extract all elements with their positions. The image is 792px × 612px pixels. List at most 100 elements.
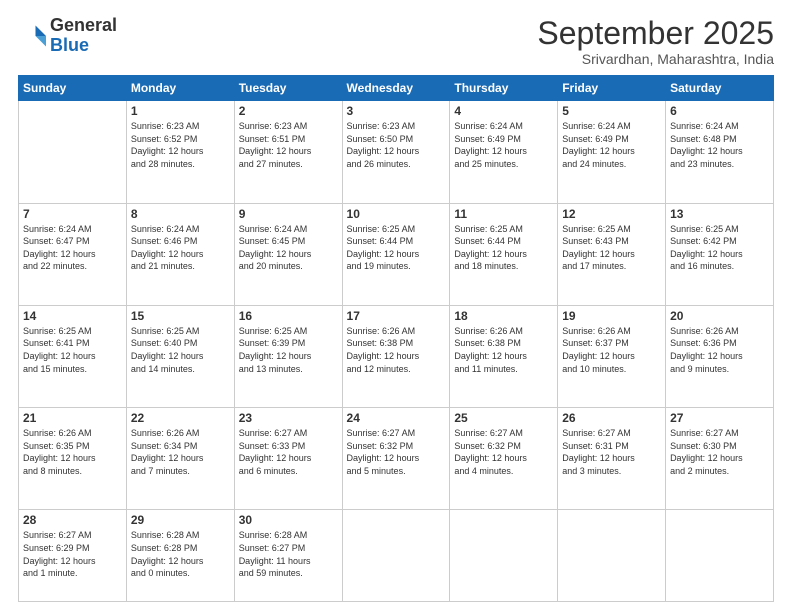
day-info: Sunrise: 6:25 AM Sunset: 6:39 PM Dayligh… xyxy=(239,325,338,375)
day-number: 21 xyxy=(23,411,122,425)
calendar-cell: 25Sunrise: 6:27 AM Sunset: 6:32 PM Dayli… xyxy=(450,408,558,510)
calendar-cell: 30 Sunrise: 6:28 AM Sunset: 6:27 PM Dayli… xyxy=(234,510,342,602)
logo-text: General Blue xyxy=(50,16,117,56)
day-info: Sunrise: 6:27 AM Sunset: 6:31 PM Dayligh… xyxy=(562,427,661,477)
calendar-cell: 20 Sunrise: 6:26 AM Sunset: 6:36 PM Dayli… xyxy=(666,305,774,407)
day-number: 14 xyxy=(23,309,122,323)
day-number: 28 xyxy=(23,513,122,527)
calendar-cell: 6 Sunrise: 6:24 AM Sunset: 6:48 PM Daylig… xyxy=(666,101,774,203)
day-number: 17 xyxy=(347,309,446,323)
calendar-cell: 7Sunrise: 6:24 AM Sunset: 6:47 PM Daylig… xyxy=(19,203,127,305)
day-number: 9 xyxy=(239,207,338,221)
calendar-cell: 4 Sunrise: 6:24 AM Sunset: 6:49 PM Daylig… xyxy=(450,101,558,203)
day-number: 10 xyxy=(347,207,446,221)
day-info: Sunrise: 6:26 AM Sunset: 6:36 PM Dayligh… xyxy=(670,325,769,375)
day-info: Sunrise: 6:24 AM Sunset: 6:49 PM Dayligh… xyxy=(454,120,553,170)
day-info: Sunrise: 6:23 AM Sunset: 6:52 PM Dayligh… xyxy=(131,120,230,170)
day-info: Sunrise: 6:27 AM Sunset: 6:30 PM Dayligh… xyxy=(670,427,769,477)
day-info: Sunrise: 6:24 AM Sunset: 6:46 PM Dayligh… xyxy=(131,223,230,273)
calendar-cell: 19Sunrise: 6:26 AM Sunset: 6:37 PM Dayli… xyxy=(558,305,666,407)
day-info: Sunrise: 6:24 AM Sunset: 6:48 PM Dayligh… xyxy=(670,120,769,170)
calendar-cell: 27 Sunrise: 6:27 AM Sunset: 6:30 PM Dayli… xyxy=(666,408,774,510)
day-header-friday: Friday xyxy=(558,76,666,101)
logo-general: General xyxy=(50,15,117,35)
day-info: Sunrise: 6:26 AM Sunset: 6:35 PM Dayligh… xyxy=(23,427,122,477)
calendar-cell xyxy=(558,510,666,602)
day-info: Sunrise: 6:23 AM Sunset: 6:51 PM Dayligh… xyxy=(239,120,338,170)
day-header-thursday: Thursday xyxy=(450,76,558,101)
calendar-week-1: 1 Sunrise: 6:23 AM Sunset: 6:52 PM Daylig… xyxy=(19,101,774,203)
calendar-cell xyxy=(450,510,558,602)
day-header-wednesday: Wednesday xyxy=(342,76,450,101)
calendar-header-row: SundayMondayTuesdayWednesdayThursdayFrid… xyxy=(19,76,774,101)
calendar-cell: 13Sunrise: 6:25 AM Sunset: 6:42 PM Dayli… xyxy=(666,203,774,305)
calendar-cell xyxy=(666,510,774,602)
day-number: 1 xyxy=(131,104,230,118)
day-header-saturday: Saturday xyxy=(666,76,774,101)
day-number: 7 xyxy=(23,207,122,221)
day-number: 24 xyxy=(347,411,446,425)
day-number: 3 xyxy=(347,104,446,118)
calendar-cell: 15Sunrise: 6:25 AM Sunset: 6:40 PM Dayli… xyxy=(126,305,234,407)
subtitle: Srivardhan, Maharashtra, India xyxy=(537,51,774,67)
calendar-cell: 21 Sunrise: 6:26 AM Sunset: 6:35 PM Dayli… xyxy=(19,408,127,510)
day-info: Sunrise: 6:28 AM Sunset: 6:28 PM Dayligh… xyxy=(131,529,230,579)
calendar-cell xyxy=(342,510,450,602)
day-info: Sunrise: 6:25 AM Sunset: 6:43 PM Dayligh… xyxy=(562,223,661,273)
day-number: 30 xyxy=(239,513,338,527)
day-header-tuesday: Tuesday xyxy=(234,76,342,101)
page: General Blue September 2025 Srivardhan, … xyxy=(0,0,792,612)
day-info: Sunrise: 6:24 AM Sunset: 6:45 PM Dayligh… xyxy=(239,223,338,273)
day-info: Sunrise: 6:26 AM Sunset: 6:38 PM Dayligh… xyxy=(454,325,553,375)
month-title: September 2025 xyxy=(537,16,774,51)
calendar-cell: 29Sunrise: 6:28 AM Sunset: 6:28 PM Dayli… xyxy=(126,510,234,602)
day-number: 12 xyxy=(562,207,661,221)
day-info: Sunrise: 6:26 AM Sunset: 6:34 PM Dayligh… xyxy=(131,427,230,477)
day-info: Sunrise: 6:28 AM Sunset: 6:27 PM Dayligh… xyxy=(239,529,338,579)
logo-icon xyxy=(18,22,46,50)
calendar-body: 1 Sunrise: 6:23 AM Sunset: 6:52 PM Daylig… xyxy=(19,101,774,602)
day-number: 4 xyxy=(454,104,553,118)
day-number: 6 xyxy=(670,104,769,118)
day-number: 23 xyxy=(239,411,338,425)
calendar-cell xyxy=(19,101,127,203)
day-header-sunday: Sunday xyxy=(19,76,127,101)
day-info: Sunrise: 6:25 AM Sunset: 6:42 PM Dayligh… xyxy=(670,223,769,273)
title-block: September 2025 Srivardhan, Maharashtra, … xyxy=(537,16,774,67)
calendar-week-4: 21 Sunrise: 6:26 AM Sunset: 6:35 PM Dayli… xyxy=(19,408,774,510)
day-info: Sunrise: 6:27 AM Sunset: 6:32 PM Dayligh… xyxy=(454,427,553,477)
day-number: 19 xyxy=(562,309,661,323)
calendar-cell: 8Sunrise: 6:24 AM Sunset: 6:46 PM Daylig… xyxy=(126,203,234,305)
day-number: 22 xyxy=(131,411,230,425)
calendar-cell: 17 Sunrise: 6:26 AM Sunset: 6:38 PM Dayli… xyxy=(342,305,450,407)
day-info: Sunrise: 6:23 AM Sunset: 6:50 PM Dayligh… xyxy=(347,120,446,170)
day-info: Sunrise: 6:25 AM Sunset: 6:44 PM Dayligh… xyxy=(454,223,553,273)
logo: General Blue xyxy=(18,16,117,56)
day-info: Sunrise: 6:26 AM Sunset: 6:38 PM Dayligh… xyxy=(347,325,446,375)
day-number: 18 xyxy=(454,309,553,323)
calendar-cell: 28 Sunrise: 6:27 AM Sunset: 6:29 PM Dayli… xyxy=(19,510,127,602)
day-number: 5 xyxy=(562,104,661,118)
day-number: 20 xyxy=(670,309,769,323)
day-info: Sunrise: 6:25 AM Sunset: 6:44 PM Dayligh… xyxy=(347,223,446,273)
calendar-cell: 3 Sunrise: 6:23 AM Sunset: 6:50 PM Daylig… xyxy=(342,101,450,203)
calendar-cell: 10 Sunrise: 6:25 AM Sunset: 6:44 PM Dayli… xyxy=(342,203,450,305)
calendar-cell: 14Sunrise: 6:25 AM Sunset: 6:41 PM Dayli… xyxy=(19,305,127,407)
calendar-cell: 11Sunrise: 6:25 AM Sunset: 6:44 PM Dayli… xyxy=(450,203,558,305)
calendar-cell: 2 Sunrise: 6:23 AM Sunset: 6:51 PM Daylig… xyxy=(234,101,342,203)
calendar-week-2: 7Sunrise: 6:24 AM Sunset: 6:47 PM Daylig… xyxy=(19,203,774,305)
calendar-table: SundayMondayTuesdayWednesdayThursdayFrid… xyxy=(18,75,774,602)
day-number: 15 xyxy=(131,309,230,323)
day-header-monday: Monday xyxy=(126,76,234,101)
day-number: 2 xyxy=(239,104,338,118)
calendar-week-3: 14Sunrise: 6:25 AM Sunset: 6:41 PM Dayli… xyxy=(19,305,774,407)
day-number: 27 xyxy=(670,411,769,425)
day-info: Sunrise: 6:27 AM Sunset: 6:29 PM Dayligh… xyxy=(23,529,122,579)
day-number: 16 xyxy=(239,309,338,323)
day-info: Sunrise: 6:24 AM Sunset: 6:49 PM Dayligh… xyxy=(562,120,661,170)
calendar-cell: 5 Sunrise: 6:24 AM Sunset: 6:49 PM Daylig… xyxy=(558,101,666,203)
calendar-cell: 26Sunrise: 6:27 AM Sunset: 6:31 PM Dayli… xyxy=(558,408,666,510)
calendar-cell: 22 Sunrise: 6:26 AM Sunset: 6:34 PM Dayli… xyxy=(126,408,234,510)
calendar-cell: 16 Sunrise: 6:25 AM Sunset: 6:39 PM Dayli… xyxy=(234,305,342,407)
header: General Blue September 2025 Srivardhan, … xyxy=(18,16,774,67)
